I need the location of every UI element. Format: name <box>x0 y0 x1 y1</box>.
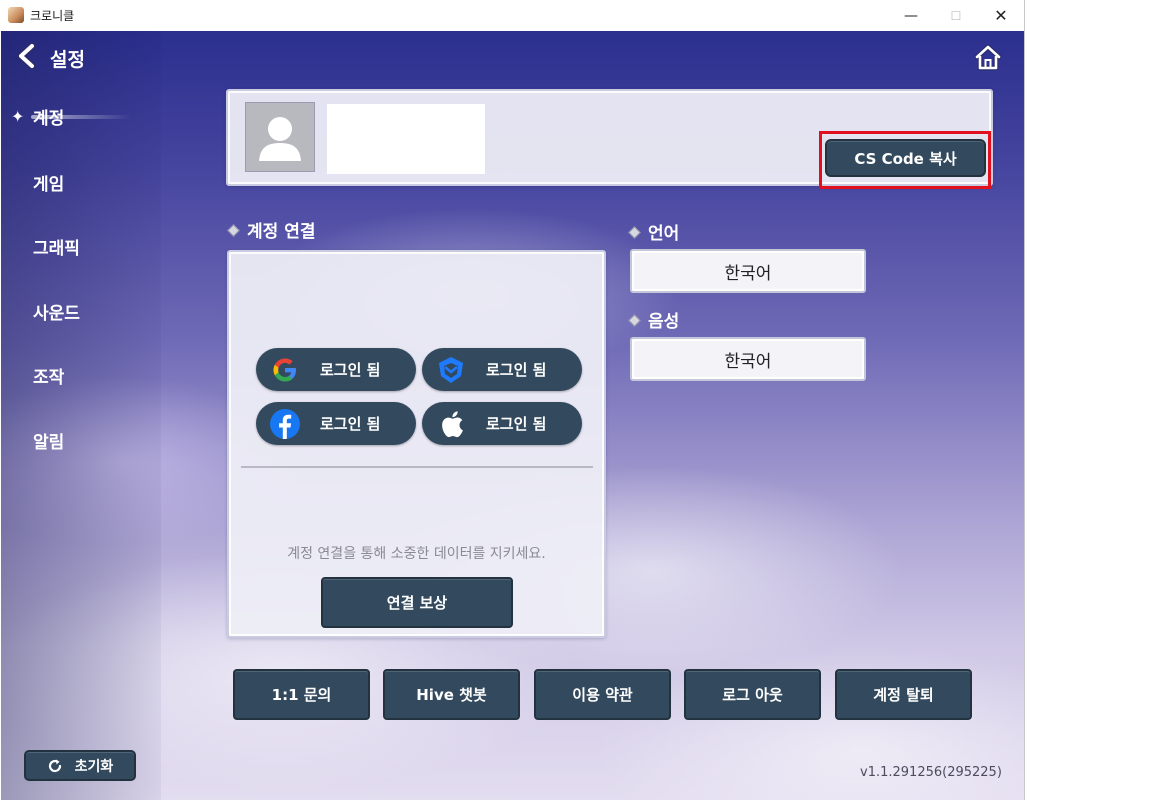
facebook-login-button[interactable]: 로그인 됨 <box>256 402 416 445</box>
sidebar-item-controls[interactable]: 조작 <box>33 363 64 388</box>
sidebar-item-sound[interactable]: 사운드 <box>33 299 80 324</box>
sidebar-background <box>1 31 161 800</box>
inquiry-button[interactable]: 1:1 문의 <box>233 669 370 720</box>
player-name-box <box>327 104 485 174</box>
minimize-button[interactable]: — <box>888 0 934 31</box>
apple-icon <box>434 407 468 441</box>
avatar <box>245 102 315 172</box>
hive-chatbot-button[interactable]: Hive 챗봇 <box>383 669 520 720</box>
diamond-bullet-icon <box>628 313 641 327</box>
delete-account-button[interactable]: 계정 탈퇴 <box>835 669 972 720</box>
diamond-bullet-icon <box>227 223 240 237</box>
user-silhouette-icon <box>259 117 301 161</box>
back-arrow-icon[interactable] <box>15 43 41 69</box>
close-button[interactable]: ✕ <box>978 0 1024 31</box>
hive-icon <box>434 353 468 387</box>
reset-label: 초기화 <box>74 758 114 775</box>
google-login-button[interactable]: 로그인 됨 <box>256 348 416 391</box>
divider <box>241 466 593 468</box>
page-title: 설정 <box>50 49 85 71</box>
terms-button[interactable]: 이용 약관 <box>534 669 671 720</box>
account-link-hint: 계정 연결을 통해 소중한 데이터를 지키세요. <box>287 546 546 562</box>
account-link-heading: 계정 연결 <box>227 217 316 242</box>
logout-button[interactable]: 로그 아웃 <box>684 669 821 720</box>
refresh-icon <box>48 759 61 772</box>
active-star-icon: ✦ <box>11 107 25 126</box>
settings-screen: 설정 ✦ 계정 게임 그래픽 사운드 조작 알림 CS Code 복사 계정 연… <box>1 31 1024 800</box>
language-select[interactable]: 한국어 <box>630 249 866 293</box>
language-heading: 언어 <box>628 219 680 244</box>
title-bar: 크로니클 — ☐ ✕ <box>0 0 1024 31</box>
account-link-title: 계정 연결 <box>247 222 316 242</box>
sidebar-item-game[interactable]: 게임 <box>33 170 64 195</box>
sidebar-item-notifications[interactable]: 알림 <box>33 428 64 453</box>
login-status-label: 로그인 됨 <box>320 415 381 433</box>
login-status-label: 로그인 됨 <box>320 361 381 379</box>
highlight-box <box>819 131 991 189</box>
apple-login-button[interactable]: 로그인 됨 <box>422 402 582 445</box>
voice-title: 음성 <box>648 312 680 332</box>
app-icon <box>8 7 24 23</box>
maximize-button[interactable]: ☐ <box>933 0 979 31</box>
window-title: 크로니클 <box>30 9 75 23</box>
home-icon[interactable] <box>974 44 1002 72</box>
language-title: 언어 <box>648 224 680 244</box>
login-status-label: 로그인 됨 <box>486 415 547 433</box>
sidebar-item-graphics[interactable]: 그래픽 <box>33 234 80 259</box>
hive-login-button[interactable]: 로그인 됨 <box>422 348 582 391</box>
reset-button[interactable]: 초기화 <box>24 750 136 781</box>
voice-heading: 음성 <box>628 307 680 332</box>
sidebar-item-account[interactable]: 계정 <box>33 104 64 129</box>
app-window: 크로니클 — ☐ ✕ 설정 ✦ 계정 게임 그래픽 사운드 조작 알림 CS C… <box>0 0 1025 800</box>
link-reward-button[interactable]: 연결 보상 <box>321 577 513 628</box>
facebook-icon <box>268 407 302 441</box>
voice-select[interactable]: 한국어 <box>630 337 866 381</box>
diamond-bullet-icon <box>628 225 641 239</box>
version-text: v1.1.291256(295225) <box>860 765 1002 780</box>
google-icon <box>268 353 302 387</box>
login-status-label: 로그인 됨 <box>486 361 547 379</box>
